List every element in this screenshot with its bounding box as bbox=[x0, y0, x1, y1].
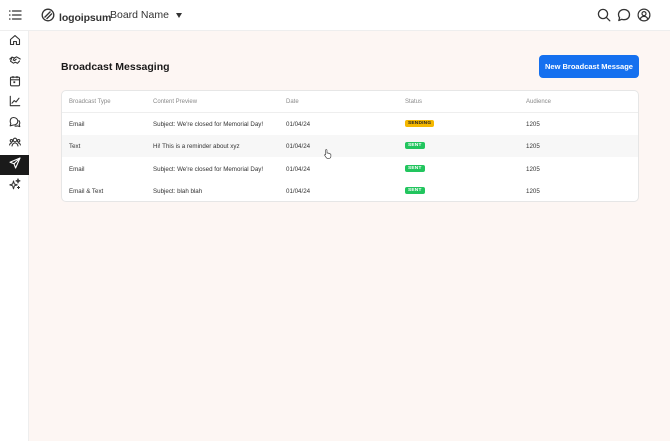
column-header-type[interactable]: Broadcast Type bbox=[69, 99, 111, 105]
status-badge: SENT bbox=[405, 165, 425, 172]
cell-type: Email & Text bbox=[69, 188, 104, 195]
sidebar-item-ai[interactable] bbox=[0, 176, 29, 196]
sidebar-item-broadcast[interactable] bbox=[0, 155, 29, 175]
sidebar-item-calendar[interactable] bbox=[0, 73, 29, 93]
handshake-icon bbox=[8, 53, 21, 71]
status-badge: SENT bbox=[405, 142, 425, 149]
cell-preview: Hi! This is a reminder about xyz bbox=[153, 143, 240, 150]
table-row[interactable]: Email Subject: We're closed for Memorial… bbox=[62, 158, 638, 180]
search-icon[interactable] bbox=[597, 8, 611, 22]
home-icon bbox=[9, 33, 21, 51]
broadcast-table: Broadcast Type Content Preview Date Stat… bbox=[61, 90, 639, 202]
cell-audience: 1205 bbox=[526, 121, 540, 128]
column-header-audience[interactable]: Audience bbox=[526, 99, 551, 105]
status-badge: SENDING bbox=[405, 120, 435, 127]
cell-audience: 1205 bbox=[526, 166, 540, 173]
table-row[interactable]: Email & Text Subject: blah blah 01/04/24… bbox=[62, 180, 638, 201]
caret-down-icon bbox=[175, 13, 182, 18]
sidebar-item-analytics[interactable] bbox=[0, 93, 29, 113]
new-broadcast-button[interactable]: New Broadcast Message bbox=[539, 55, 639, 78]
cell-date: 01/04/24 bbox=[286, 166, 311, 173]
top-bar: logoipsum Board Name bbox=[0, 0, 670, 31]
cell-preview: Subject: We're closed for Memorial Day! bbox=[153, 166, 264, 173]
column-header-date[interactable]: Date bbox=[286, 99, 299, 105]
table-row[interactable]: Email Subject: We're closed for Memorial… bbox=[62, 113, 638, 135]
cell-date: 01/04/24 bbox=[286, 188, 311, 195]
calendar-icon bbox=[9, 74, 21, 92]
status-badge: SENT bbox=[405, 187, 425, 194]
cell-audience: 1205 bbox=[526, 188, 540, 195]
user-circle-icon[interactable] bbox=[637, 8, 651, 22]
logo-mark-icon bbox=[41, 8, 55, 27]
cell-audience: 1205 bbox=[526, 143, 540, 150]
send-icon bbox=[8, 156, 21, 174]
board-name: Board Name bbox=[110, 9, 169, 21]
logo-text: logoipsum bbox=[59, 11, 112, 24]
column-header-preview[interactable]: Content Preview bbox=[153, 99, 197, 105]
cell-date: 01/04/24 bbox=[286, 121, 311, 128]
cell-type: Email bbox=[69, 121, 85, 128]
users-icon bbox=[8, 135, 21, 153]
sidebar-item-conversations[interactable] bbox=[0, 114, 29, 134]
hand-pointer-icon bbox=[324, 146, 332, 159]
chat-bubble-icon[interactable] bbox=[617, 8, 631, 22]
page-title: Broadcast Messaging bbox=[61, 61, 170, 73]
chart-line-icon bbox=[9, 94, 21, 112]
list-icon[interactable] bbox=[8, 8, 22, 22]
cell-type: Email bbox=[69, 166, 85, 173]
cell-preview: Subject: blah blah bbox=[153, 188, 203, 195]
chat-bubbles-icon bbox=[9, 115, 21, 133]
table-row[interactable]: Text Hi! This is a reminder about xyz 01… bbox=[62, 135, 638, 157]
sparkles-icon bbox=[8, 177, 21, 195]
board-selector[interactable]: Board Name bbox=[110, 9, 182, 21]
cell-type: Text bbox=[69, 143, 81, 150]
cell-date: 01/04/24 bbox=[286, 143, 311, 150]
logo[interactable]: logoipsum bbox=[41, 8, 111, 27]
sidebar-item-contacts[interactable] bbox=[0, 134, 29, 154]
table-header: Broadcast Type Content Preview Date Stat… bbox=[62, 91, 638, 113]
sidebar bbox=[0, 31, 29, 441]
sidebar-item-deals[interactable] bbox=[0, 52, 29, 72]
cell-preview: Subject: We're closed for Memorial Day! bbox=[153, 121, 264, 128]
column-header-status[interactable]: Status bbox=[405, 99, 422, 105]
sidebar-item-home[interactable] bbox=[0, 32, 29, 52]
